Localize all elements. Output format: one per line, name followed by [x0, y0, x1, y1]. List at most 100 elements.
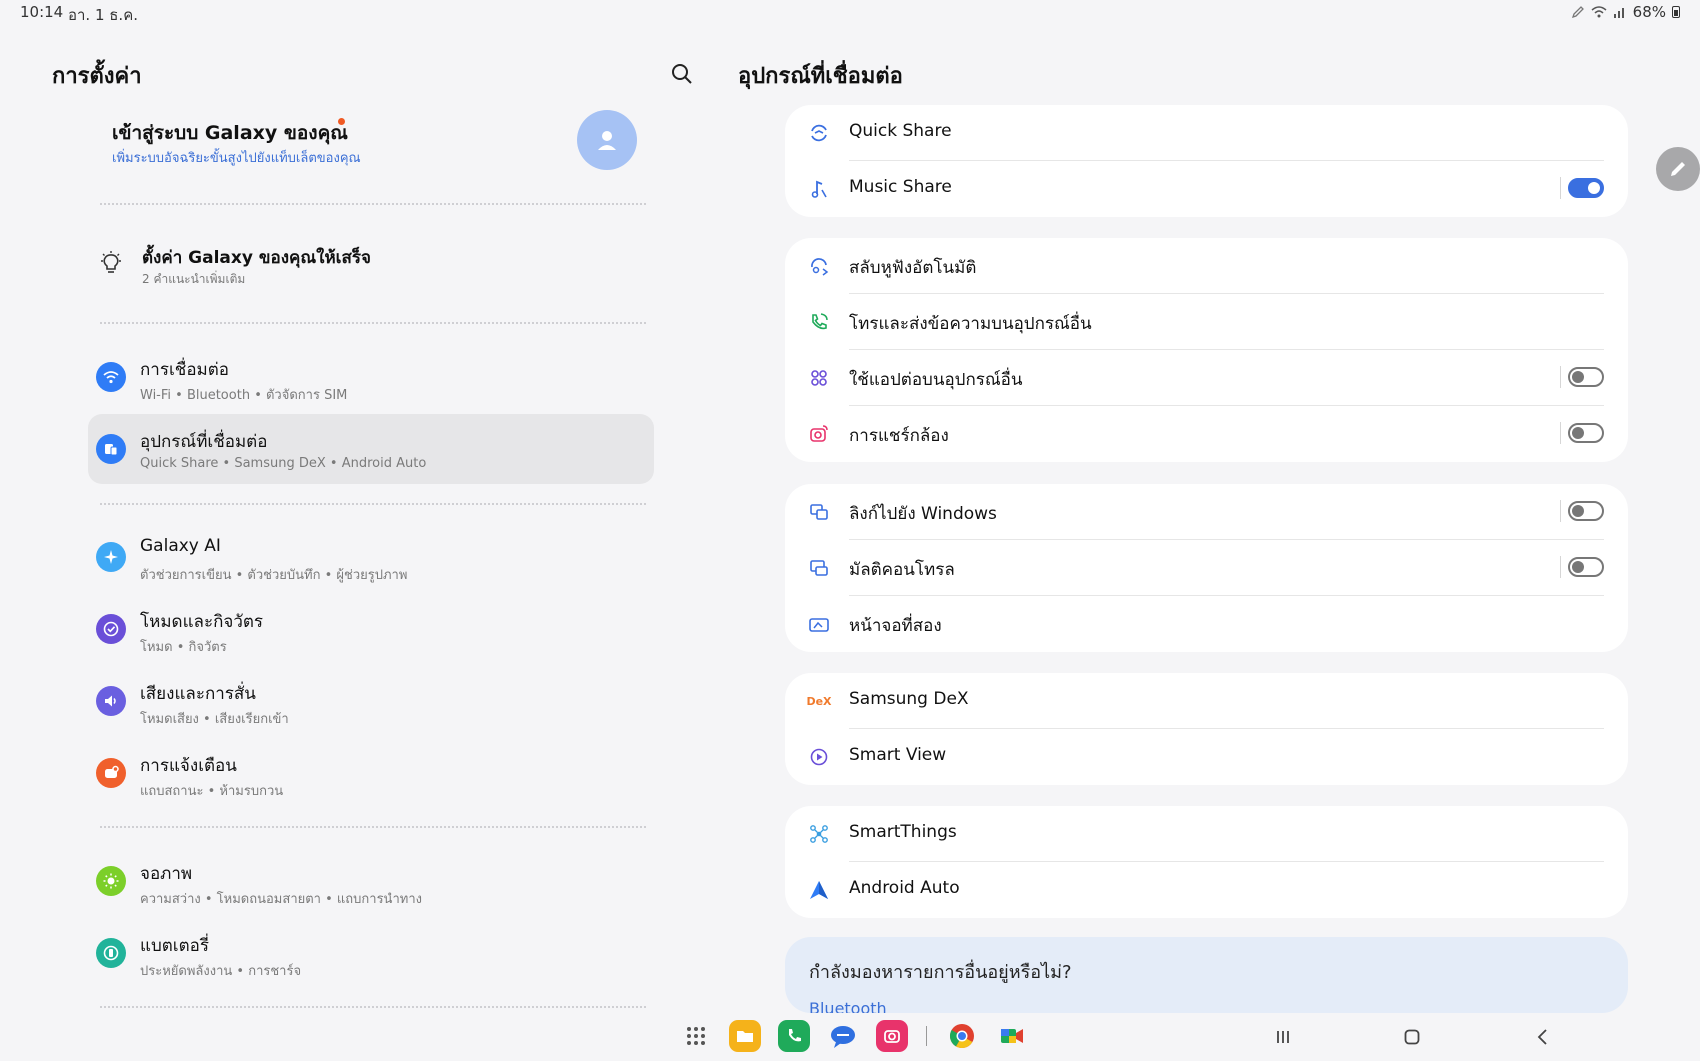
quick-share-icon	[807, 121, 831, 145]
link-windows-icon	[807, 500, 831, 524]
person-icon	[598, 131, 616, 150]
battery-icon	[96, 938, 126, 968]
settings-card: DeX Samsung DeX Smart View	[785, 673, 1628, 785]
row-label: Music Share	[849, 177, 952, 197]
link-windows-toggle[interactable]	[1568, 501, 1604, 521]
row-call-text-other-devices[interactable]: โทรและส่งข้อความบนอุปกรณ์อื่น	[785, 294, 1628, 350]
menu-item-modes-routines[interactable]: โหมดและกิจวัตร โหมด • กิจวัตร	[88, 594, 654, 664]
status-icons: 68%	[1571, 3, 1680, 21]
row-vertical-separator	[1560, 556, 1561, 578]
divider	[100, 322, 646, 324]
menu-item-subtitle: โหมด • กิจวัตร	[140, 640, 227, 655]
menu-item-subtitle: แถบสถานะ • ห้ามรบกวน	[140, 784, 284, 799]
menu-item-connected-devices[interactable]: อุปกรณ์ที่เชื่อมต่อ Quick Share • Samsun…	[88, 414, 654, 484]
edit-floating-button[interactable]	[1656, 147, 1700, 191]
row-smart-view[interactable]: Smart View	[785, 729, 1628, 785]
row-multi-control[interactable]: มัลติคอนโทรล	[785, 540, 1628, 596]
camera-share-toggle[interactable]	[1568, 423, 1604, 443]
menu-item-subtitle: Wi-Fi • Bluetooth • ตัวจัดการ SIM	[140, 388, 348, 403]
continue-apps-toggle[interactable]	[1568, 367, 1604, 387]
menu-item-display[interactable]: จอภาพ ความสว่าง • โหมดถนอมสายตา • แถบการ…	[88, 846, 654, 916]
row-samsung-dex[interactable]: DeX Samsung DeX	[785, 673, 1628, 729]
row-label: Smart View	[849, 745, 947, 765]
status-time: 10:14	[20, 3, 64, 21]
messages-icon[interactable]	[827, 1020, 859, 1052]
menu-item-galaxy-ai[interactable]: Galaxy AI ตัวช่วยการเขียน • ตัวช่วยบันทึ…	[88, 522, 654, 592]
settings-card: สลับหูฟังอัตโนมัติ โทรและส่งข้อความบนอุป…	[785, 238, 1628, 462]
app-drawer-icon[interactable]	[680, 1020, 712, 1052]
camera-share-icon	[807, 422, 831, 446]
sun-icon	[96, 866, 126, 896]
smartthings-icon	[807, 822, 831, 846]
bluetooth-link[interactable]: Bluetooth	[809, 999, 887, 1013]
divider	[100, 503, 646, 505]
row-label: SmartThings	[849, 822, 957, 842]
page-title: การตั้งค่า	[52, 64, 142, 89]
detail-title: อุปกรณ์ที่เชื่อมต่อ	[738, 64, 903, 89]
row-android-auto[interactable]: Android Auto	[785, 862, 1628, 918]
settings-card: SmartThings Android Auto	[785, 806, 1628, 918]
music-share-toggle[interactable]	[1568, 178, 1604, 198]
speaker-icon	[96, 686, 126, 716]
row-label: หน้าจอที่สอง	[849, 616, 942, 636]
row-quick-share[interactable]: Quick Share	[785, 105, 1628, 161]
earbuds-switch-icon	[807, 254, 831, 278]
menu-item-notifications[interactable]: การแจ้งเตือน แถบสถานะ • ห้ามรบกวน	[88, 738, 654, 808]
chrome-icon[interactable]	[946, 1020, 978, 1052]
camera-app-icon[interactable]	[876, 1020, 908, 1052]
setup-subtitle: 2 คำแนะนำเพิ่มเติม	[142, 272, 246, 286]
call-icon	[807, 310, 831, 334]
menu-item-title: อุปกรณ์ที่เชื่อมต่อ	[140, 432, 268, 452]
menu-item-title: จอภาพ	[140, 864, 193, 884]
multi-control-icon	[807, 556, 831, 580]
row-link-to-windows[interactable]: ลิงก์ไปยัง Windows	[785, 484, 1628, 540]
profile-subtitle: เพิ่มระบบอัจฉริยะขั้นสูงไปยังแท็บเล็ตของ…	[112, 151, 361, 166]
menu-item-subtitle: Quick Share • Samsung DeX • Android Auto	[140, 456, 427, 471]
row-vertical-separator	[1560, 177, 1561, 199]
row-second-screen[interactable]: หน้าจอที่สอง	[785, 596, 1628, 652]
row-auto-switch-buds[interactable]: สลับหูฟังอัตโนมัติ	[785, 238, 1628, 294]
looking-question: กำลังมองหารายการอื่นอยู่หรือไม่?	[809, 962, 1072, 983]
galaxy-account-signin[interactable]: เข้าสู่ระบบ Galaxy ของคุณ เพิ่มระบบอัจฉร…	[112, 110, 652, 190]
notification-icon	[96, 758, 126, 788]
row-label: โทรและส่งข้อความบนอุปกรณ์อื่น	[849, 314, 1092, 334]
row-camera-share[interactable]: การแชร์กล้อง	[785, 406, 1628, 462]
menu-item-subtitle: ตัวช่วยการเขียน • ตัวช่วยบันทึก • ผู้ช่ว…	[140, 568, 408, 583]
avatar[interactable]	[577, 110, 637, 170]
android-auto-icon	[807, 878, 831, 902]
profile-name: เข้าสู่ระบบ Galaxy ของคุณ	[112, 122, 348, 144]
menu-item-connections[interactable]: การเชื่อมต่อ Wi-Fi • Bluetooth • ตัวจัดก…	[88, 342, 654, 412]
menu-item-title: แบตเตอรี่	[140, 936, 209, 956]
battery-percent: 68%	[1632, 3, 1666, 21]
divider	[100, 203, 646, 205]
row-music-share[interactable]: Music Share	[785, 161, 1628, 217]
row-label: Android Auto	[849, 878, 960, 898]
menu-item-sound-vibration[interactable]: เสียงและการสั่น โหมดเสียง • เสียงเรียกเข…	[88, 666, 654, 736]
menu-item-title: การแจ้งเตือน	[140, 756, 237, 776]
phone-icon[interactable]	[778, 1020, 810, 1052]
divider	[100, 826, 646, 828]
menu-item-subtitle: ประหยัดพลังงาน • การชาร์จ	[140, 964, 302, 979]
back-button[interactable]	[1532, 1026, 1554, 1048]
menu-item-title: Galaxy AI	[140, 536, 221, 556]
meet-icon[interactable]	[996, 1020, 1028, 1052]
row-continue-apps[interactable]: ใช้แอปต่อบนอุปกรณ์อื่น	[785, 350, 1628, 406]
menu-item-title: เสียงและการสั่น	[140, 684, 256, 704]
search-button[interactable]	[670, 62, 694, 86]
signal-icon	[1613, 8, 1624, 18]
pencil-icon	[1671, 162, 1685, 176]
row-smartthings[interactable]: SmartThings	[785, 806, 1628, 862]
check-circle-icon	[96, 614, 126, 644]
music-share-icon	[807, 177, 831, 201]
wifi-icon	[96, 362, 126, 392]
menu-item-subtitle: โหมดเสียง • เสียงเรียกเข้า	[140, 712, 289, 727]
home-button[interactable]	[1401, 1026, 1423, 1048]
recent-apps-button[interactable]	[1272, 1026, 1294, 1048]
my-files-icon[interactable]	[729, 1020, 761, 1052]
menu-item-battery[interactable]: แบตเตอรี่ ประหยัดพลังงาน • การชาร์จ	[88, 918, 654, 988]
menu-item-title: โหมดและกิจวัตร	[140, 612, 264, 632]
multi-control-toggle[interactable]	[1568, 557, 1604, 577]
dex-icon: DeX	[806, 694, 832, 708]
setup-title: ตั้งค่า Galaxy ของคุณให้เสร็จ	[142, 248, 371, 268]
finish-setup-item[interactable]: ตั้งค่า Galaxy ของคุณให้เสร็จ 2 คำแนะนำเ…	[98, 242, 658, 292]
